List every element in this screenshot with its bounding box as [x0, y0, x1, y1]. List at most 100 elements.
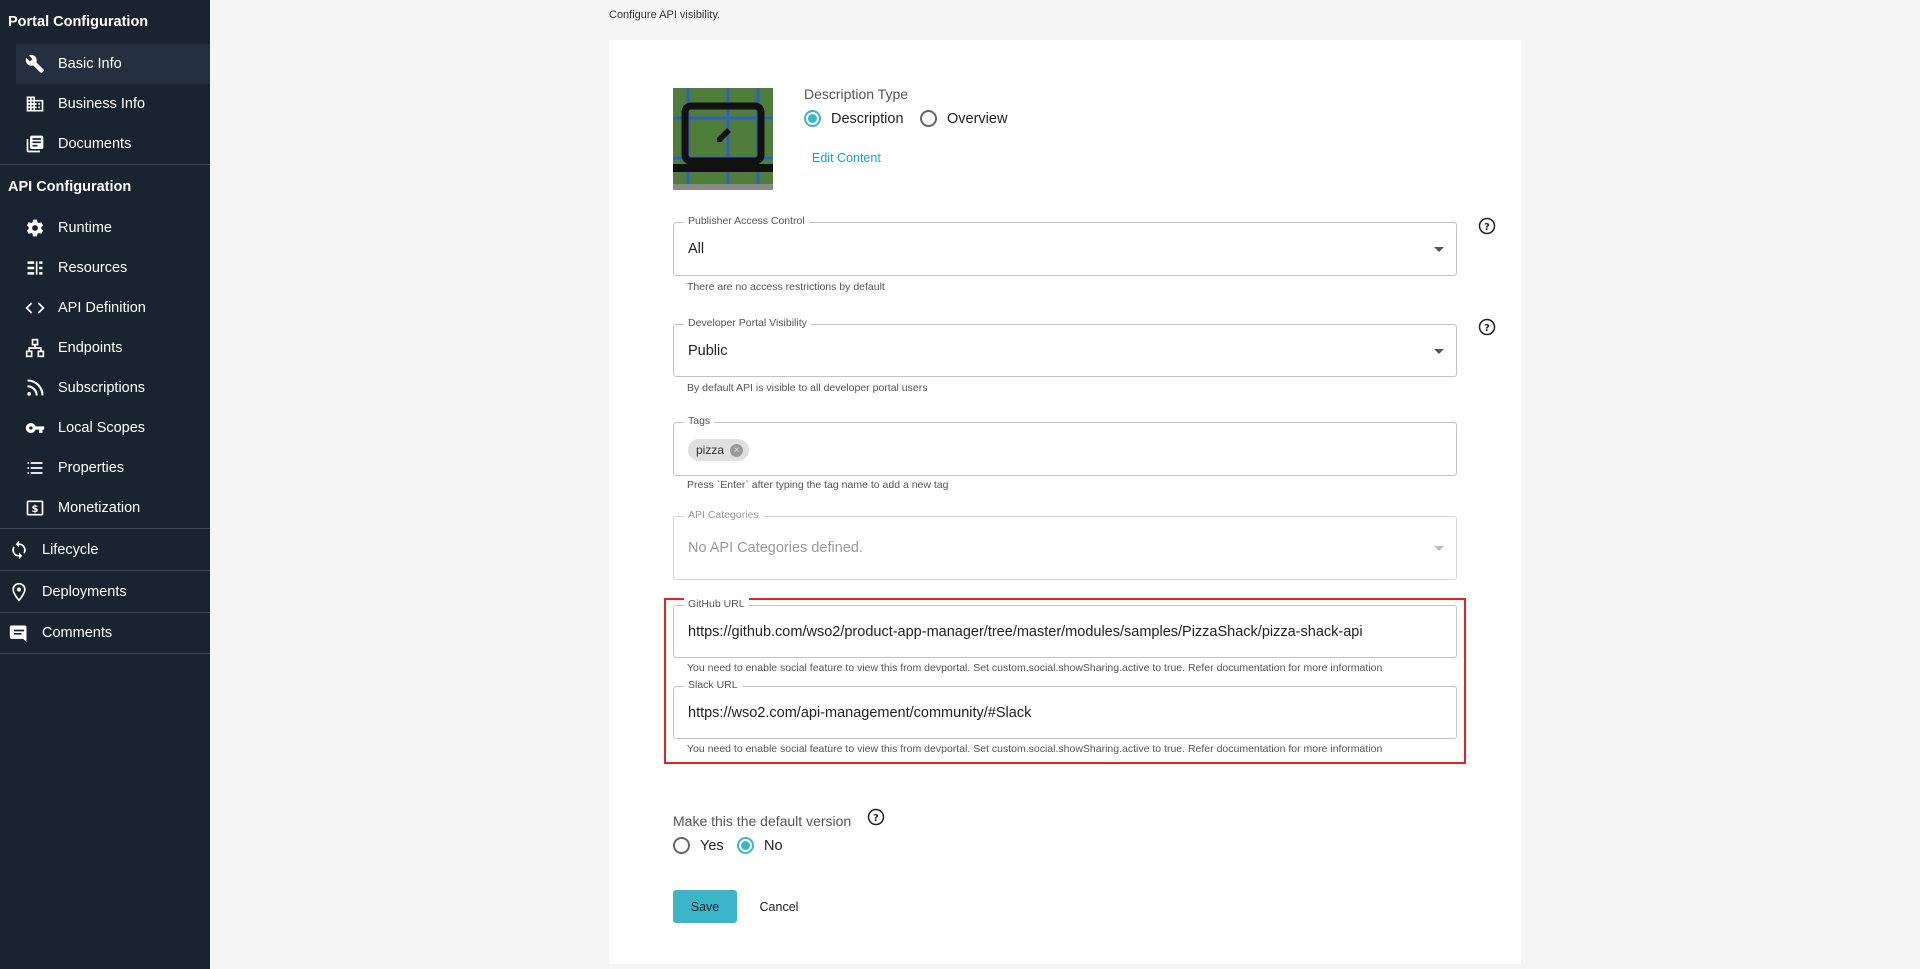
dev-portal-value: Public: [688, 343, 728, 359]
sidebar-item-deployments[interactable]: Deployments: [0, 570, 210, 612]
sidebar-item-label: Runtime: [58, 220, 112, 236]
sidebar-item-label: Deployments: [42, 583, 127, 600]
github-url-helper: You need to enable social feature to vie…: [687, 662, 1383, 674]
rss-icon: [24, 377, 46, 399]
slack-url-value: https://wso2.com/api-management/communit…: [688, 705, 1032, 721]
publisher-access-helper: There are no access restrictions by defa…: [687, 281, 885, 293]
sidebar-item-label: Monetization: [58, 500, 141, 516]
close-icon[interactable]: ×: [730, 443, 744, 457]
svg-text:$: $: [32, 504, 39, 515]
yes-radio-label: Yes: [700, 837, 724, 854]
sidebar-item-label: Business Info: [58, 96, 146, 112]
chevron-down-icon: [1434, 349, 1444, 354]
publisher-access-legend: Publisher Access Control: [684, 215, 809, 227]
tags-legend: Tags: [684, 415, 715, 427]
sidebar-item-label: Subscriptions: [58, 380, 146, 396]
sidebar-item-label: Resources: [58, 260, 128, 276]
dev-portal-legend: Developer Portal Visibility: [684, 317, 811, 329]
sidebar-item-label: Properties: [58, 460, 125, 476]
documents-icon: [24, 133, 46, 155]
sidebar-item-local-scopes[interactable]: Local Scopes: [0, 408, 210, 448]
svg-text:?: ?: [1484, 222, 1490, 233]
edit-content-link[interactable]: Edit Content: [812, 151, 881, 165]
default-version-label: Make this the default version: [673, 813, 852, 829]
dev-portal-visibility-select[interactable]: Developer Portal Visibility Public: [673, 317, 1457, 377]
sidebar-item-comments[interactable]: Comments: [0, 612, 210, 654]
sidebar-item-label: Comments: [42, 625, 113, 641]
sidebar-item-label: Endpoints: [58, 340, 123, 356]
overview-radio-label: Overview: [947, 110, 1008, 127]
sidebar-item-endpoints[interactable]: Endpoints: [0, 328, 210, 368]
chevron-down-icon: [1434, 247, 1444, 252]
help-icon[interactable]: ?: [867, 808, 885, 826]
gear-icon: [24, 217, 46, 239]
list-icon: [24, 457, 46, 479]
sidebar-item-lifecycle[interactable]: Lifecycle: [0, 528, 210, 570]
sidebar-item-label: Local Scopes: [58, 420, 146, 436]
building-icon: [24, 93, 46, 115]
resources-icon: [24, 257, 46, 279]
wrench-icon: [24, 53, 46, 75]
radio-unchecked-icon: [920, 110, 937, 127]
sidebar-item-monetization[interactable]: $ Monetization: [0, 488, 210, 528]
portal-configuration-heading: Portal Configuration: [8, 14, 149, 30]
no-radio-label: No: [764, 837, 783, 854]
slack-url-input[interactable]: Slack URL https://wso2.com/api-managemen…: [673, 679, 1457, 739]
publisher-access-value: All: [688, 241, 705, 257]
default-version-no-radio[interactable]: No: [737, 837, 783, 854]
sidebar-item-label: API Definition: [58, 300, 146, 316]
github-url-legend: GitHub URL: [684, 598, 749, 610]
location-icon: [8, 581, 30, 603]
sidebar-item-label: Basic Info: [58, 56, 122, 72]
chevron-down-icon: [1434, 546, 1444, 551]
tags-helper: Press `Enter` after typing the tag name …: [687, 479, 949, 491]
cancel-button[interactable]: Cancel: [749, 890, 809, 923]
comment-icon: [8, 622, 30, 644]
radio-checked-icon: [737, 837, 754, 854]
sidebar-item-basic-info[interactable]: Basic Info: [16, 44, 210, 84]
api-categories-value: No API Categories defined.: [688, 540, 863, 556]
description-type-label: Description Type: [804, 86, 909, 102]
dev-portal-helper: By default API is visible to all develop…: [687, 382, 928, 394]
github-url-input[interactable]: GitHub URL https://github.com/wso2/produ…: [673, 598, 1457, 658]
sidebar-item-api-definition[interactable]: API Definition: [0, 288, 210, 328]
dollar-icon: $: [24, 497, 46, 519]
sidebar-item-subscriptions[interactable]: Subscriptions: [0, 368, 210, 408]
tag-chip[interactable]: pizza ×: [688, 439, 750, 461]
sidebar-item-label: Lifecycle: [42, 541, 99, 558]
cycle-icon: [8, 539, 30, 561]
radio-unchecked-icon: [673, 837, 690, 854]
sidebar: Portal Configuration Basic Info Business…: [0, 0, 210, 969]
basic-info-card: Description Type Description Overview Ed…: [609, 40, 1521, 964]
description-radio-label: Description: [831, 110, 904, 127]
sidebar-item-runtime[interactable]: Runtime: [0, 208, 210, 248]
sidebar-item-business-info[interactable]: Business Info: [0, 84, 210, 124]
sidebar-item-properties[interactable]: Properties: [0, 448, 210, 488]
tags-input[interactable]: Tags pizza ×: [673, 415, 1457, 476]
default-version-yes-radio[interactable]: Yes: [673, 837, 724, 854]
sidebar-item-documents[interactable]: Documents: [0, 124, 210, 164]
svg-text:?: ?: [873, 813, 879, 824]
code-icon: [24, 297, 46, 319]
publisher-access-select[interactable]: Publisher Access Control All: [673, 215, 1457, 276]
help-icon[interactable]: ?: [1478, 217, 1496, 235]
endpoints-icon: [24, 337, 46, 359]
tag-chip-label: pizza: [696, 443, 725, 457]
api-configuration-heading: API Configuration: [0, 164, 210, 208]
api-categories-legend: API Categories: [684, 509, 763, 521]
slack-url-helper: You need to enable social feature to vie…: [687, 743, 1383, 755]
api-categories-select[interactable]: API Categories No API Categories defined…: [673, 509, 1457, 580]
laptop-icon: [673, 88, 773, 190]
slack-url-legend: Slack URL: [684, 679, 742, 691]
radio-checked-icon: [804, 110, 821, 127]
svg-text:?: ?: [1484, 323, 1490, 334]
sidebar-item-label: Documents: [58, 136, 132, 152]
sidebar-item-resources[interactable]: Resources: [0, 248, 210, 288]
help-icon[interactable]: ?: [1478, 318, 1496, 336]
overview-radio[interactable]: Overview: [920, 110, 1007, 127]
api-thumbnail[interactable]: [673, 88, 773, 190]
save-button[interactable]: Save: [673, 890, 737, 923]
page-subtitle: Configure API visibility.: [609, 9, 721, 21]
github-url-value: https://github.com/wso2/product-app-mana…: [688, 624, 1363, 640]
description-radio[interactable]: Description: [804, 110, 904, 127]
